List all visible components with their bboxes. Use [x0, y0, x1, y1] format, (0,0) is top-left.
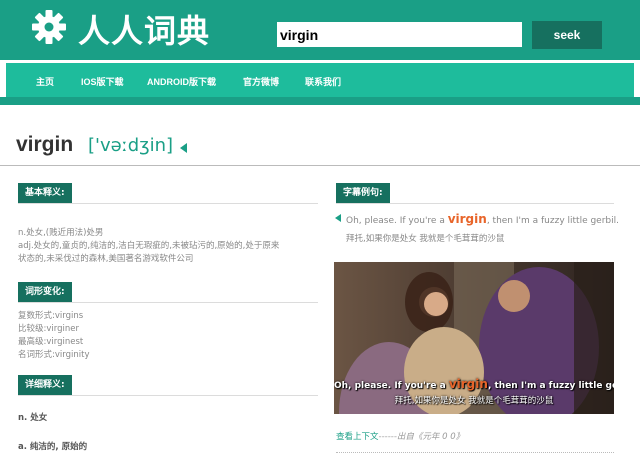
subtitle-examples-heading: 字幕例句: — [336, 183, 390, 203]
detailed-meaning-item: n. 处女 — [18, 413, 48, 423]
movie-still-picture — [334, 262, 614, 414]
basic-meaning-line: 状态的,未采伐过的森林,美国著名游戏软件公司 — [18, 254, 194, 264]
seek-button[interactable]: seek — [532, 21, 602, 49]
divider — [0, 165, 640, 166]
detailed-meaning-heading: 详细释义: — [18, 375, 72, 395]
context-dashes: ------ — [378, 432, 397, 442]
detailed-meaning-item: a. 纯洁的, 原始的 — [18, 442, 88, 452]
word-form-item: 最高级:virginest — [18, 337, 84, 347]
example-speaker-icon[interactable] — [335, 214, 341, 222]
word-forms-heading: 词形变化: — [18, 282, 72, 302]
basic-meaning-line: n.处女,(贱近用法)处男 — [18, 228, 104, 238]
word-form-item: 比较级:virginer — [18, 324, 79, 334]
basic-meaning-heading: 基本释义: — [18, 183, 72, 203]
main-nav: 主页 IOS版下载 ANDROID版下载 官方微博 联系我们 — [6, 63, 634, 97]
dotted-divider — [336, 452, 614, 453]
gear-icon — [32, 10, 66, 44]
nav-underline — [0, 97, 640, 105]
context-row: 查看上下文------出自《元年 0 0》 — [336, 430, 464, 442]
site-logo-text[interactable]: 人人词典 — [78, 6, 210, 52]
view-context-link[interactable]: 查看上下文 — [336, 432, 379, 442]
example-sentence-en: Oh, please. If you're a virgin, then I'm… — [346, 212, 619, 226]
nav-item-contact[interactable]: 联系我们 — [305, 75, 341, 88]
still-subtitle-zh: 拜托,如果你是处女 我就是个毛茸茸的沙鼠 — [394, 396, 554, 406]
search-input[interactable] — [277, 22, 522, 47]
divider — [18, 203, 318, 204]
still-subtitle-en: Oh, please. If you're a virgin, then I'm… — [334, 377, 614, 391]
nav-item-weibo[interactable]: 官方微博 — [243, 75, 279, 88]
word-form-item: 复数形式:virgins — [18, 311, 84, 321]
context-source: 出自《元年 0 0》 — [396, 432, 465, 442]
nav-item-home[interactable]: 主页 — [36, 75, 54, 88]
movie-still-image[interactable]: Oh, please. If you're a virgin, then I'm… — [334, 262, 614, 414]
example-sentence-zh: 拜托,如果你是处女 我就是个毛茸茸的沙鼠 — [346, 234, 505, 244]
divider — [336, 203, 614, 204]
example-keyword: virgin — [447, 212, 487, 226]
pronounce-speaker-icon[interactable] — [180, 143, 187, 153]
still-subtitle-keyword: virgin — [448, 377, 488, 391]
entry-word: virgin — [16, 133, 74, 156]
divider — [18, 302, 318, 303]
entry-phonetic: ['vəːdʒin] — [88, 135, 174, 156]
nav-item-android-download[interactable]: ANDROID版下载 — [147, 75, 216, 88]
nav-item-ios-download[interactable]: IOS版下载 — [81, 75, 124, 88]
basic-meaning-line: adj.处女的,童贞的,纯洁的,洁白无瑕疵的,未被玷污的,原始的,处于原来 — [18, 241, 280, 251]
divider — [18, 395, 318, 396]
header-bar: 人人词典 seek — [0, 0, 640, 60]
word-form-item: 名词形式:virginity — [18, 350, 90, 360]
